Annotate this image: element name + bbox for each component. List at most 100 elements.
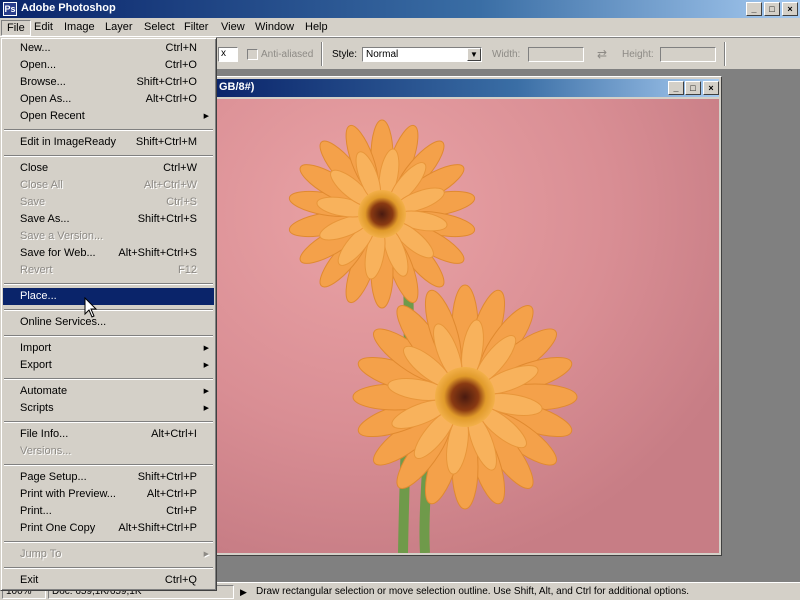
feather-suffix: x bbox=[221, 48, 226, 59]
menu-item-label: Edit in ImageReady bbox=[20, 136, 116, 148]
doc-minimize-button[interactable]: _ bbox=[668, 81, 684, 95]
menu-item-shortcut: Alt+Shift+Ctrl+S bbox=[118, 247, 197, 259]
menu-item-online-services[interactable]: Online Services... bbox=[3, 314, 214, 331]
menu-item-print-one-copy[interactable]: Print One Copy Alt+Shift+Ctrl+P bbox=[3, 520, 214, 537]
menu-item-label: Close All bbox=[20, 179, 63, 191]
menu-item-save: Save Ctrl+S bbox=[3, 194, 214, 211]
swap-icon[interactable]: ⇄ bbox=[597, 47, 607, 61]
app-titlebar[interactable]: Ps Adobe Photoshop _ □ × bbox=[0, 0, 800, 18]
antialiased-checkbox[interactable] bbox=[247, 49, 258, 60]
image-canvas[interactable] bbox=[217, 99, 719, 553]
menu-item-label: Open... bbox=[20, 59, 57, 71]
document-window[interactable]: GB/8#) _ □ × bbox=[210, 76, 722, 556]
menu-item-scripts[interactable]: Scripts ▶ bbox=[3, 400, 214, 417]
menu-item-shortcut: Alt+Shift+Ctrl+P bbox=[118, 522, 197, 534]
menu-item-shortcut: Ctrl+N bbox=[165, 42, 197, 54]
menu-item-label: Automate bbox=[20, 385, 68, 397]
feather-input[interactable]: x bbox=[218, 47, 238, 62]
menu-item-label: Import bbox=[20, 342, 52, 354]
menu-item-versions: Versions... bbox=[3, 443, 214, 460]
menu-item-place[interactable]: Place... bbox=[3, 288, 214, 305]
menu-help[interactable]: Help bbox=[300, 20, 333, 36]
menu-window[interactable]: Window bbox=[250, 20, 299, 36]
menu-item-save-a-version: Save a Version... bbox=[3, 228, 214, 245]
menu-item-browse[interactable]: Browse... Shift+Ctrl+O bbox=[3, 74, 214, 91]
status-hint-text: Draw rectangular selection or move selec… bbox=[256, 586, 689, 597]
menu-item-save-as[interactable]: Save As... Shift+Ctrl+S bbox=[3, 211, 214, 228]
menu-layer[interactable]: Layer bbox=[100, 20, 138, 36]
menu-separator bbox=[3, 125, 214, 134]
minimize-button[interactable]: _ bbox=[746, 2, 762, 16]
menu-item-open-recent[interactable]: Open Recent ▶ bbox=[3, 108, 214, 125]
height-input[interactable] bbox=[660, 47, 716, 62]
menu-item-shortcut: Shift+Ctrl+O bbox=[136, 76, 197, 88]
menu-item-file-info[interactable]: File Info... Alt+Ctrl+I bbox=[3, 426, 214, 443]
menu-item-shortcut: Alt+Ctrl+O bbox=[145, 93, 197, 105]
menu-file[interactable]: File bbox=[1, 20, 31, 36]
menu-item-print-with-preview[interactable]: Print with Preview... Alt+Ctrl+P bbox=[3, 486, 214, 503]
submenu-arrow-icon: ▶ bbox=[203, 551, 209, 558]
menu-item-exit[interactable]: Exit Ctrl+Q bbox=[3, 572, 214, 589]
menu-item-new[interactable]: New... Ctrl+N bbox=[3, 40, 214, 57]
menu-separator bbox=[3, 279, 214, 288]
photoshop-app-icon[interactable]: Ps bbox=[3, 2, 17, 16]
menu-item-label: Print... bbox=[20, 505, 52, 517]
menu-item-save-for-web[interactable]: Save for Web... Alt+Shift+Ctrl+S bbox=[3, 245, 214, 262]
menu-item-close[interactable]: Close Ctrl+W bbox=[3, 160, 214, 177]
submenu-arrow-icon: ▶ bbox=[203, 388, 209, 395]
menu-item-shortcut: Alt+Ctrl+P bbox=[146, 488, 197, 500]
style-select[interactable]: Normal ▼ bbox=[362, 47, 482, 62]
menu-item-shortcut: Alt+Ctrl+I bbox=[151, 428, 197, 440]
menu-item-shortcut: Shift+Ctrl+M bbox=[135, 136, 197, 148]
submenu-arrow-icon: ▶ bbox=[203, 362, 209, 369]
menu-item-label: Open As... bbox=[20, 93, 72, 105]
options-separator bbox=[321, 42, 323, 66]
menu-item-automate[interactable]: Automate ▶ bbox=[3, 383, 214, 400]
menu-item-shortcut: Ctrl+W bbox=[163, 162, 197, 174]
menu-item-export[interactable]: Export ▶ bbox=[3, 357, 214, 374]
width-input[interactable] bbox=[528, 47, 584, 62]
menu-item-shortcut: Ctrl+Q bbox=[164, 574, 197, 586]
menu-separator bbox=[3, 151, 214, 160]
submenu-arrow-icon: ▶ bbox=[203, 113, 209, 120]
antialiased-label: Anti-aliased bbox=[261, 49, 314, 60]
style-value: Normal bbox=[366, 49, 399, 60]
menu-item-label: Print with Preview... bbox=[20, 488, 116, 500]
menu-item-shortcut: Ctrl+P bbox=[166, 505, 197, 517]
status-menu-arrow-icon[interactable]: ▶ bbox=[240, 586, 250, 598]
doc-close-button[interactable]: × bbox=[703, 81, 719, 95]
menu-item-label: Save for Web... bbox=[20, 247, 96, 259]
menu-item-label: Save a Version... bbox=[20, 230, 104, 242]
document-titlebar[interactable]: GB/8#) _ □ × bbox=[213, 79, 719, 97]
chevron-down-icon[interactable]: ▼ bbox=[467, 48, 481, 61]
height-label: Height: bbox=[622, 49, 654, 60]
menu-item-label: Revert bbox=[20, 264, 53, 276]
menu-item-page-setup[interactable]: Page Setup... Shift+Ctrl+P bbox=[3, 469, 214, 486]
menu-item-close-all: Close All Alt+Ctrl+W bbox=[3, 177, 214, 194]
menu-item-edit-in-imageready[interactable]: Edit in ImageReady Shift+Ctrl+M bbox=[3, 134, 214, 151]
mouse-cursor-icon bbox=[84, 297, 98, 318]
menu-separator bbox=[3, 537, 214, 546]
gerbera-flowers-photo bbox=[217, 99, 719, 553]
menu-separator bbox=[3, 460, 214, 469]
submenu-arrow-icon: ▶ bbox=[203, 345, 209, 352]
options-separator bbox=[724, 42, 726, 66]
maximize-button[interactable]: □ bbox=[764, 2, 780, 16]
doc-maximize-button[interactable]: □ bbox=[685, 81, 701, 95]
app-title: Adobe Photoshop bbox=[21, 2, 116, 14]
menu-view[interactable]: View bbox=[216, 20, 250, 36]
menu-item-label: Save bbox=[20, 196, 46, 208]
menu-item-open[interactable]: Open... Ctrl+O bbox=[3, 57, 214, 74]
menu-filter[interactable]: Filter bbox=[179, 20, 213, 36]
menu-item-open-as[interactable]: Open As... Alt+Ctrl+O bbox=[3, 91, 214, 108]
menu-item-print[interactable]: Print... Ctrl+P bbox=[3, 503, 214, 520]
menu-edit[interactable]: Edit bbox=[29, 20, 58, 36]
menu-item-import[interactable]: Import ▶ bbox=[3, 340, 214, 357]
document-title: GB/8#) bbox=[219, 81, 255, 93]
menu-bar: File Edit Image Layer Select Filter View… bbox=[0, 18, 800, 37]
menu-item-label: Browse... bbox=[20, 76, 66, 88]
close-button[interactable]: × bbox=[782, 2, 798, 16]
menu-image[interactable]: Image bbox=[59, 20, 100, 36]
menu-select[interactable]: Select bbox=[139, 20, 180, 36]
menu-item-jump-to: Jump To ▶ bbox=[3, 546, 214, 563]
